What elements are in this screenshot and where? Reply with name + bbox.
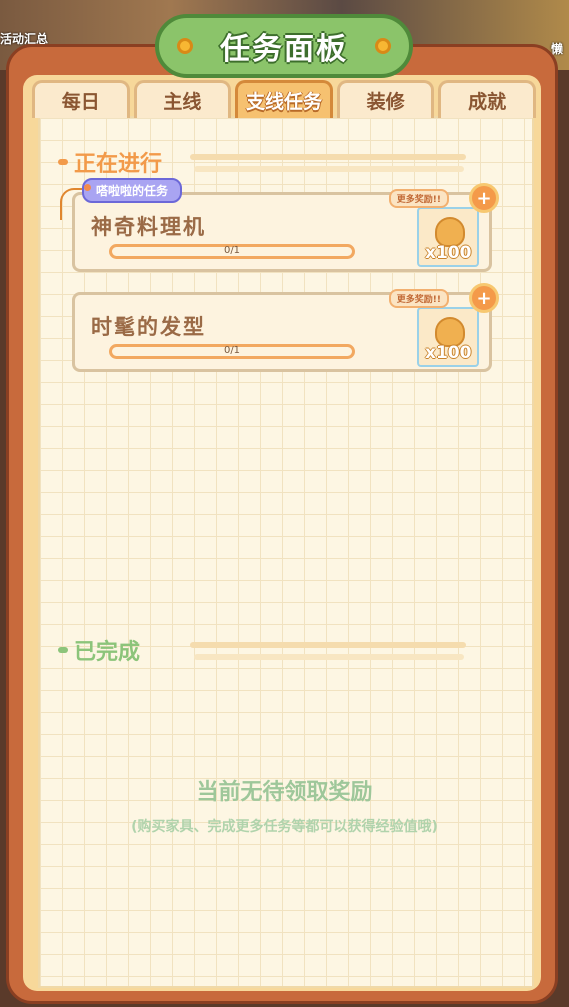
in-progress-heading-text: 正在进行: [74, 152, 163, 177]
progress-text: 0/1: [223, 345, 241, 356]
reward-slot[interactable]: x100: [417, 307, 479, 367]
page-title: 任务面板: [220, 32, 348, 67]
tag-dot-icon: [84, 184, 91, 191]
task-card[interactable]: 时髦的发型 0/1 x100 更多奖励!! +: [72, 283, 499, 372]
tab-main[interactable]: 主线: [133, 80, 232, 118]
plus-icon[interactable]: +: [469, 283, 499, 313]
completed-heading-text: 已完成: [74, 640, 141, 665]
tab-decoration[interactable]: 装修: [336, 80, 435, 118]
banner-dot-icon: [375, 38, 391, 54]
task-progress-bar: 0/1: [109, 244, 355, 259]
more-rewards-badge: 更多奖励!!: [388, 189, 449, 208]
divider-line: [194, 654, 464, 660]
task-card[interactable]: 神奇料理机 0/1 x100 更多奖励!! +: [72, 183, 499, 272]
bullet-icon: [58, 159, 68, 165]
title-banner: 任务面板: [155, 14, 413, 78]
task-title: 神奇料理机: [91, 215, 206, 239]
tab-achievements[interactable]: 成就: [438, 80, 536, 118]
reward-quantity: x100: [425, 243, 472, 263]
npc-task-tag: 嗒啦啦的任务: [82, 178, 183, 203]
reward-quantity: x100: [425, 343, 472, 363]
empty-rewards-title: 当前无待领取奖励: [196, 780, 373, 805]
tag-hook-icon: [60, 188, 82, 220]
banner-dot-icon: [177, 38, 193, 54]
task-title: 时髦的发型: [91, 315, 206, 339]
plus-icon[interactable]: +: [469, 183, 499, 213]
in-progress-heading: 正在进行: [58, 146, 162, 178]
divider-line: [190, 642, 466, 648]
completed-heading: 已完成: [58, 634, 140, 666]
tab-bar: 每日 主线 支线任务 装修 成就: [30, 80, 538, 120]
empty-rewards-hint: (购买家具、完成更多任务等都可以获得经验值哦): [131, 819, 438, 835]
divider-line: [190, 154, 466, 160]
tab-side-quests[interactable]: 支线任务: [235, 80, 333, 118]
bullet-icon: [58, 647, 68, 653]
task-progress-bar: 0/1: [109, 344, 355, 359]
more-rewards-badge: 更多奖励!!: [388, 289, 449, 308]
progress-text: 0/1: [223, 245, 241, 256]
divider-line: [194, 166, 464, 172]
tab-daily[interactable]: 每日: [32, 80, 130, 118]
reward-slot[interactable]: x100: [417, 207, 479, 267]
